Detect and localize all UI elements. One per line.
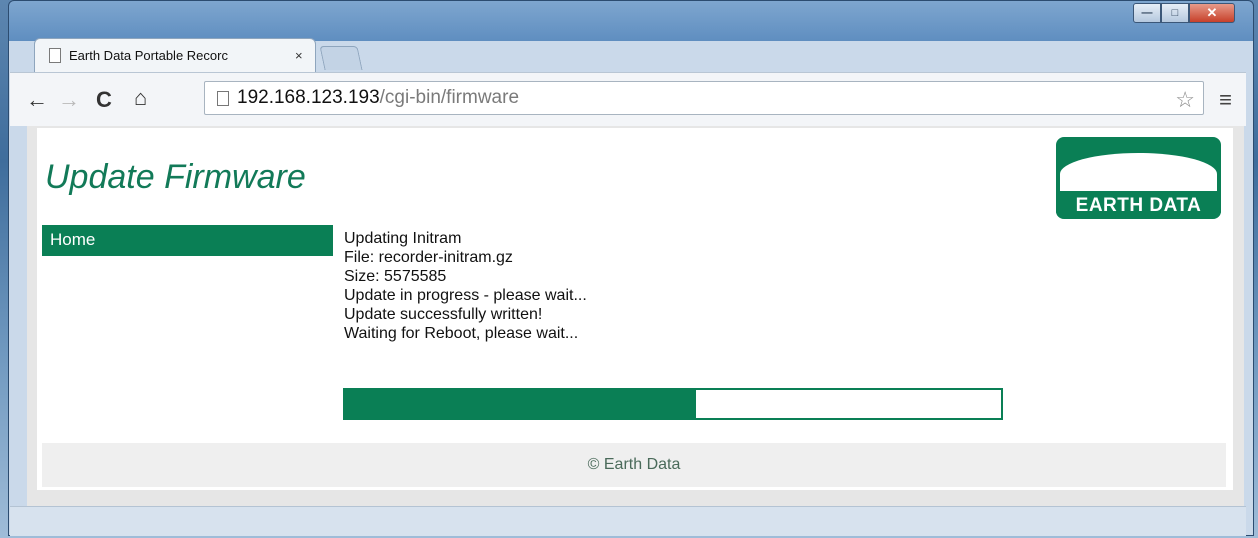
- page-title: Update Firmware: [45, 158, 306, 196]
- star-icon[interactable]: ☆: [1175, 87, 1195, 113]
- status-messages: Updating Initram File: recorder-initram.…: [344, 229, 587, 343]
- browser-tab[interactable]: Earth Data Portable Recorc ×: [34, 38, 316, 72]
- home-icon[interactable]: ⌂: [134, 85, 147, 111]
- address-bar[interactable]: 192.168.123.193/cgi-bin/firmware ☆: [204, 81, 1204, 115]
- page-content: Update Firmware EARTH DATA Home Updating…: [37, 128, 1233, 490]
- nav-home-link[interactable]: Home: [42, 225, 333, 256]
- url-path: /cgi-bin/firmware: [379, 87, 520, 108]
- close-window-button[interactable]: ✕: [1189, 3, 1235, 23]
- minimize-button[interactable]: —: [1133, 3, 1161, 23]
- page-footer: © Earth Data: [42, 443, 1226, 487]
- tab-title: Earth Data Portable Recorc: [69, 48, 228, 63]
- url-host: 192.168.123.193: [237, 87, 380, 108]
- status-line: Size: 5575585: [344, 268, 447, 285]
- status-line: Update successfully written!: [344, 306, 543, 323]
- maximize-button[interactable]: □: [1161, 3, 1189, 23]
- page-icon: [217, 90, 229, 106]
- browser-toolbar: ← → C ⌂ 192.168.123.193/cgi-bin/firmware…: [10, 72, 1246, 126]
- progress-fill: [345, 390, 696, 418]
- reload-icon[interactable]: C: [96, 87, 112, 113]
- logo-text: EARTH DATA: [1075, 195, 1202, 216]
- page-icon: [49, 48, 61, 63]
- status-line: Updating Initram: [344, 230, 462, 247]
- status-line: Update in progress - please wait...: [344, 287, 587, 304]
- window-controls: — □ ✕: [1133, 3, 1235, 23]
- window-bottom-frame: [10, 506, 1246, 536]
- back-arrow-icon[interactable]: ←: [26, 87, 48, 113]
- progress-bar: [343, 388, 1003, 420]
- menu-icon[interactable]: ≡: [1219, 87, 1232, 113]
- forward-arrow-icon[interactable]: →: [58, 87, 80, 113]
- status-line: Waiting for Reboot, please wait...: [344, 325, 579, 342]
- new-tab-button[interactable]: [319, 46, 363, 70]
- tab-close-icon[interactable]: ×: [295, 48, 303, 63]
- earth-data-logo: EARTH DATA: [1056, 137, 1221, 219]
- status-line: File: recorder-initram.gz: [344, 249, 513, 266]
